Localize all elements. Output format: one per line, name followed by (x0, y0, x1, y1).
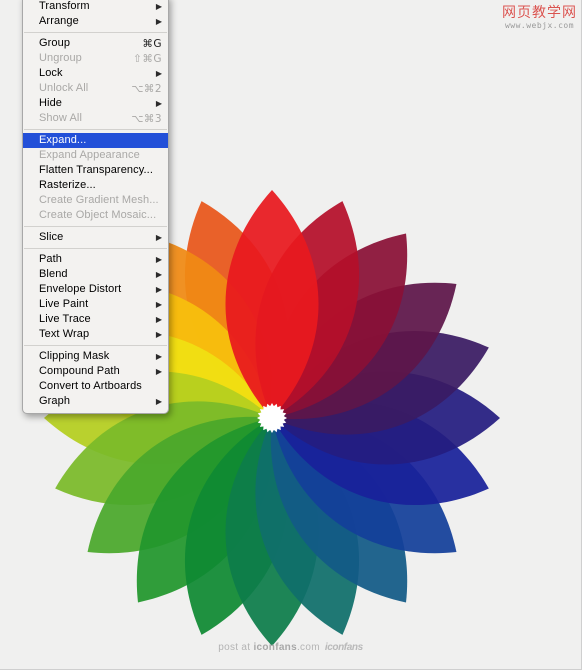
menu-item-live-trace[interactable]: Live Trace ▶ (23, 312, 168, 327)
submenu-arrow-icon: ▶ (155, 367, 162, 376)
menu-item-label: Hide (39, 97, 63, 109)
menu-item-lock[interactable]: Lock ▶ (23, 66, 168, 81)
menu-item-label: Rasterize... (39, 179, 96, 191)
menu-item-expand[interactable]: Expand... (23, 133, 168, 148)
menu-item-label: Path (39, 253, 63, 265)
menu-item-label: Group (39, 37, 71, 49)
menu-item-text-wrap[interactable]: Text Wrap ▶ (23, 327, 168, 342)
menu-item-label: Envelope Distort (39, 283, 122, 295)
menu-separator (24, 226, 167, 227)
submenu-arrow-icon: ▶ (155, 300, 162, 309)
menu-item-arrange[interactable]: Arrange ▶ (23, 14, 168, 29)
credit-prefix: post at (218, 642, 254, 653)
menu-item-compound-path[interactable]: Compound Path ▶ (23, 364, 168, 379)
submenu-arrow-icon: ▶ (155, 255, 162, 264)
menu-item-label: Slice (39, 231, 64, 243)
submenu-arrow-icon: ▶ (155, 17, 162, 26)
menu-item-label: Text Wrap (39, 328, 90, 340)
menu-item-envelope-distort[interactable]: Envelope Distort ▶ (23, 282, 168, 297)
credit-suffix: .com (296, 642, 320, 653)
menu-item-label: Show All (39, 112, 82, 124)
watermark-title: 网页教学网 (502, 5, 577, 21)
menu-item-group[interactable]: Group ⌘G (23, 36, 168, 51)
iconfans-logo: iconfans (324, 642, 363, 653)
menu-item-ungroup: Ungroup ⇧⌘G (23, 51, 168, 66)
menu-item-label: Arrange (39, 15, 79, 27)
submenu-arrow-icon: ▶ (155, 397, 162, 406)
menu-item-label: Transform (39, 0, 90, 12)
menu-separator (24, 248, 167, 249)
submenu-arrow-icon: ▶ (155, 2, 162, 11)
submenu-arrow-icon: ▶ (155, 352, 162, 361)
menu-item-shortcut: ⌥⌘3 (131, 112, 162, 125)
menu-item-label: Flatten Transparency... (39, 164, 153, 176)
submenu-arrow-icon: ▶ (155, 99, 162, 108)
menu-item-hide[interactable]: Hide ▶ (23, 96, 168, 111)
watermark-url: www.webjx.com (504, 20, 575, 30)
credit-site: iconfans (253, 642, 297, 653)
menu-item-label: Create Object Mosaic... (39, 209, 157, 221)
menu-separator (24, 345, 167, 346)
menu-item-label: Compound Path (39, 365, 120, 377)
menu-item-shortcut: ⌘G (142, 37, 162, 50)
menu-item-slice[interactable]: Slice ▶ (23, 230, 168, 245)
menu-item-expand-appearance: Expand Appearance (23, 148, 168, 163)
submenu-arrow-icon: ▶ (155, 330, 162, 339)
menu-item-path[interactable]: Path ▶ (23, 252, 168, 267)
menu-item-flatten-transparency[interactable]: Flatten Transparency... (23, 163, 168, 178)
menu-item-label: Expand... (39, 134, 87, 146)
menu-item-transform[interactable]: Transform ▶ (23, 0, 168, 14)
credit-line: post at iconfans.com iconfans (0, 642, 581, 653)
submenu-arrow-icon: ▶ (155, 69, 162, 78)
menu-item-label: Live Trace (39, 313, 91, 325)
menu-item-unlock-all: Unlock All ⌥⌘2 (23, 81, 168, 96)
watermark: 网页教学网 www.webjx.com (502, 6, 577, 30)
menu-item-label: Blend (39, 268, 68, 280)
menu-separator (24, 32, 167, 33)
menu-item-create-object-mosaic: Create Object Mosaic... (23, 208, 168, 223)
submenu-arrow-icon: ▶ (155, 285, 162, 294)
menu-item-label: Clipping Mask (39, 350, 110, 362)
menu-item-label: Convert to Artboards (39, 380, 142, 392)
menu-item-label: Lock (39, 67, 63, 79)
menu-separator (24, 129, 167, 130)
submenu-arrow-icon: ▶ (155, 233, 162, 242)
menu-item-live-paint[interactable]: Live Paint ▶ (23, 297, 168, 312)
menu-item-label: Expand Appearance (39, 149, 140, 161)
object-context-menu[interactable]: Transform ▶ Arrange ▶ Group ⌘G Ungroup ⇧⌘G Lock ▶… (22, 0, 169, 414)
menu-item-shortcut: ⇧⌘G (133, 52, 162, 65)
menu-item-convert-to-artboards[interactable]: Convert to Artboards (23, 379, 168, 394)
menu-item-blend[interactable]: Blend ▶ (23, 267, 168, 282)
submenu-arrow-icon: ▶ (155, 315, 162, 324)
menu-item-label: Graph (39, 395, 71, 407)
menu-item-clipping-mask[interactable]: Clipping Mask ▶ (23, 349, 168, 364)
menu-item-show-all: Show All ⌥⌘3 (23, 111, 168, 126)
menu-item-rasterize[interactable]: Rasterize... (23, 178, 168, 193)
menu-item-create-gradient-mesh: Create Gradient Mesh... (23, 193, 168, 208)
submenu-arrow-icon: ▶ (155, 270, 162, 279)
menu-item-label: Create Gradient Mesh... (39, 194, 159, 206)
menu-item-label: Unlock All (39, 82, 89, 94)
menu-item-label: Ungroup (39, 52, 82, 64)
menu-item-shortcut: ⌥⌘2 (131, 82, 162, 95)
menu-item-graph[interactable]: Graph ▶ (23, 394, 168, 409)
app-screenshot: 网页教学网 www.webjx.com post at iconfans.com… (0, 0, 582, 670)
menu-item-label: Live Paint (39, 298, 89, 310)
